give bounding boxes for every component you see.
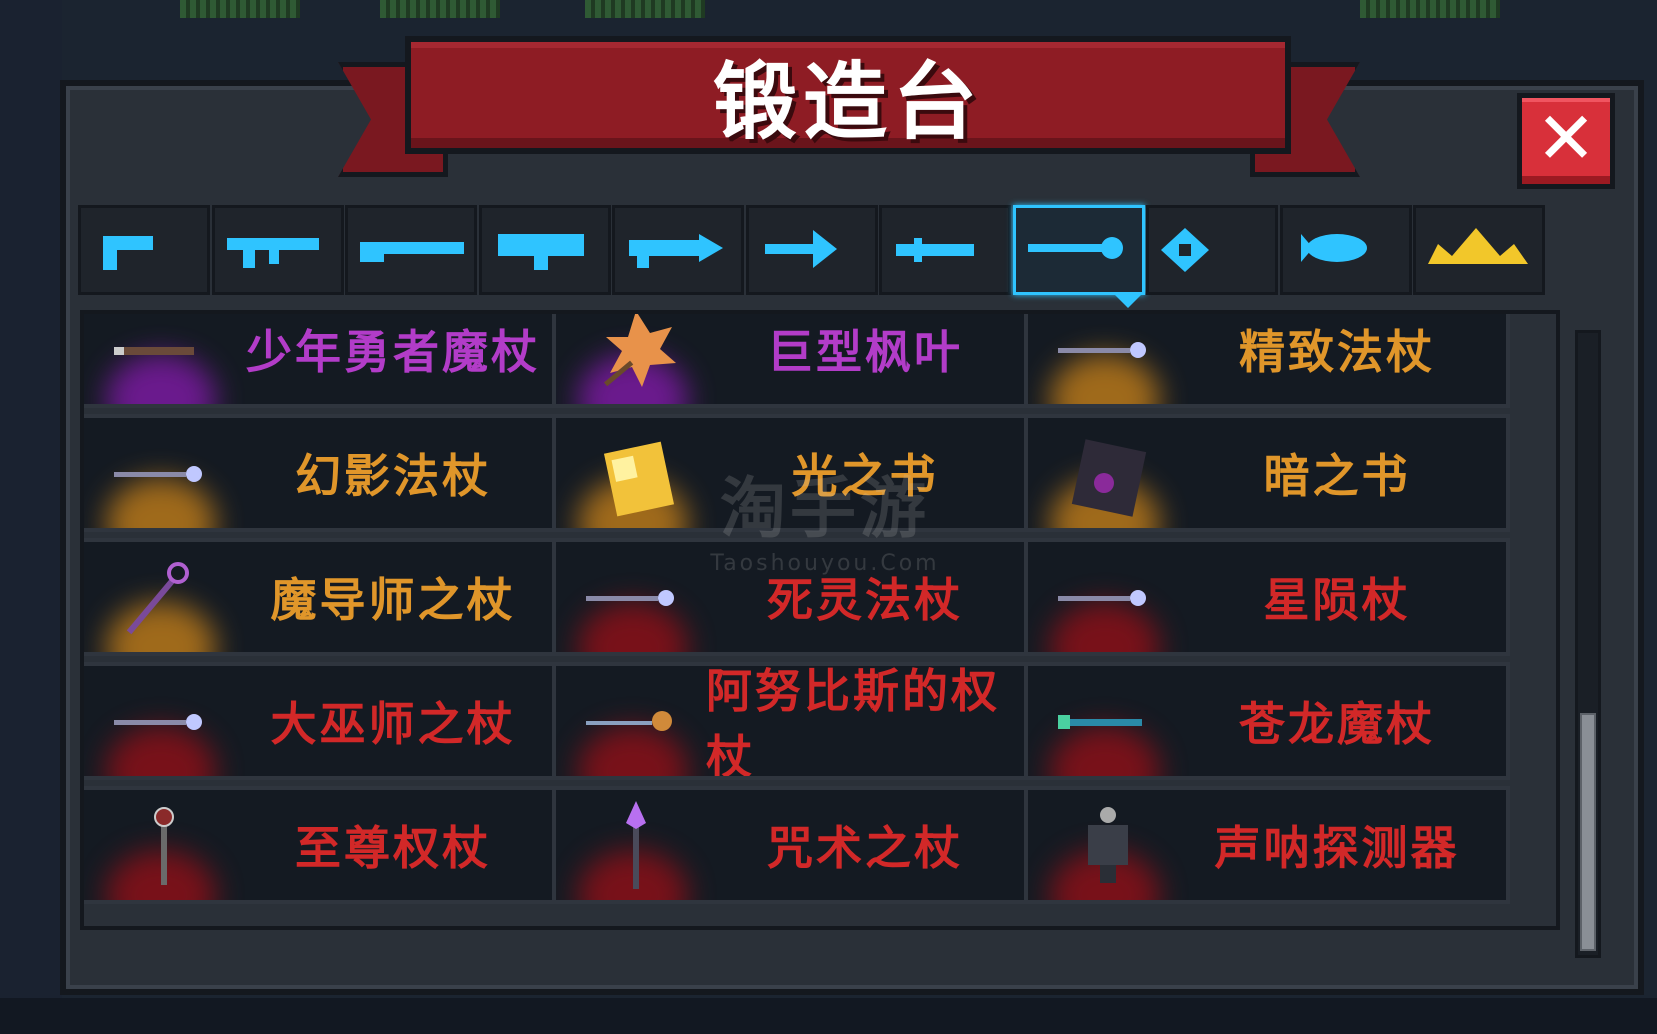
active-tab-indicator — [1112, 292, 1144, 308]
item-slot[interactable]: 阿努比斯的权杖 — [552, 662, 1038, 780]
staff-icon — [576, 550, 696, 648]
item-slot[interactable]: 死灵法杖 — [552, 538, 1038, 656]
item-name: 巨型枫叶 — [767, 325, 963, 379]
staff-icon — [1048, 314, 1168, 400]
item-slot[interactable]: 暗之书 — [1024, 414, 1510, 532]
tab-throwing-star[interactable] — [1146, 205, 1278, 295]
maple-leaf-icon — [576, 314, 696, 400]
vertical-scepter-icon — [104, 798, 224, 896]
item-name: 少年勇者魔杖 — [246, 325, 540, 379]
sonar-device-icon — [1048, 798, 1168, 896]
item-slot[interactable]: 魔导师之杖 — [84, 538, 566, 656]
throwing-star-icon — [1161, 228, 1209, 272]
dark-book-icon — [1048, 426, 1168, 524]
staff-icon — [1048, 550, 1168, 648]
item-slot[interactable]: 光之书 — [552, 414, 1038, 532]
melee-weapon-icon — [896, 238, 974, 262]
tab-special-crown[interactable] — [1413, 205, 1545, 295]
background-strip — [180, 0, 300, 18]
background-floor — [0, 998, 1657, 1034]
item-name: 死灵法杖 — [767, 573, 963, 627]
item-name: 至尊权杖 — [295, 821, 491, 875]
item-slot[interactable]: 苍龙魔杖 — [1024, 662, 1510, 780]
window-title: 锻造台 — [712, 52, 983, 151]
tab-fish[interactable] — [1279, 205, 1412, 295]
launcher-icon — [497, 234, 584, 270]
item-slot[interactable]: 巨型枫叶 — [552, 314, 1038, 408]
item-grid: 少年勇者魔杖 巨型枫叶 精致法杖幻影法杖 光之书 暗之书魔导师之杖 死灵法杖 星陨杖大巫师之… — [80, 310, 1560, 930]
item-name: 光之书 — [791, 449, 939, 503]
shotgun-icon — [360, 242, 464, 262]
background-strip — [585, 0, 705, 18]
item-name: 苍龙魔杖 — [1239, 697, 1435, 751]
bow-icon — [764, 230, 837, 268]
staff-icon — [104, 674, 224, 772]
item-name: 幻影法杖 — [295, 449, 491, 503]
item-slot[interactable]: 精致法杖 — [1024, 314, 1510, 408]
mage-staff-icon — [104, 550, 224, 648]
background-strip — [1360, 0, 1500, 18]
item-name: 声呐探测器 — [1214, 821, 1460, 875]
crystal-staff-icon — [576, 798, 696, 896]
pistol-icon — [103, 236, 153, 270]
tab-pistol[interactable] — [78, 205, 210, 295]
dragon-staff-icon — [1048, 674, 1168, 772]
item-slot[interactable]: 星陨杖 — [1024, 538, 1510, 656]
rifle-icon — [226, 238, 319, 268]
background-strip — [380, 0, 500, 18]
staff-icon — [104, 426, 224, 524]
tab-shotgun[interactable] — [345, 205, 477, 295]
close-button[interactable]: ✕ — [1517, 93, 1615, 189]
fish-icon — [1300, 234, 1367, 262]
close-icon: ✕ — [1535, 96, 1597, 180]
item-slot[interactable]: 大巫师之杖 — [84, 662, 566, 780]
staff-icon — [1027, 237, 1123, 259]
tab-bow[interactable] — [745, 205, 878, 295]
scrollbar-thumb[interactable] — [1580, 713, 1596, 951]
background-left-wall — [0, 0, 62, 1034]
scepter-icon — [576, 674, 696, 772]
scrollbar[interactable] — [1575, 330, 1601, 958]
tab-launcher[interactable] — [478, 205, 611, 295]
title-banner: 锻造台 — [405, 36, 1291, 154]
wand-icon — [104, 314, 224, 400]
item-name: 魔导师之杖 — [270, 573, 516, 627]
item-name: 阿努比斯的权杖 — [706, 664, 1000, 780]
item-slot[interactable]: 声呐探测器 — [1024, 786, 1510, 904]
special-crown-icon — [1428, 228, 1528, 264]
weapon-category-tabs — [78, 205, 1618, 295]
tab-rifle[interactable] — [211, 205, 344, 295]
tab-melee-weapon[interactable] — [879, 205, 1011, 295]
item-slot[interactable]: 至尊权杖 — [84, 786, 566, 904]
item-slot[interactable]: 咒术之杖 — [552, 786, 1038, 904]
item-name: 暗之书 — [1263, 449, 1411, 503]
tab-laser-rifle[interactable] — [612, 205, 744, 295]
golden-book-icon — [576, 426, 696, 524]
laser-rifle-icon — [629, 234, 723, 268]
tab-staff[interactable] — [1012, 205, 1145, 295]
item-name: 星陨杖 — [1263, 573, 1411, 627]
item-name: 大巫师之杖 — [270, 697, 516, 751]
item-slot[interactable]: 幻影法杖 — [84, 414, 566, 532]
item-name: 精致法杖 — [1239, 325, 1435, 379]
item-slot[interactable]: 少年勇者魔杖 — [84, 314, 566, 408]
item-name: 咒术之杖 — [767, 821, 963, 875]
